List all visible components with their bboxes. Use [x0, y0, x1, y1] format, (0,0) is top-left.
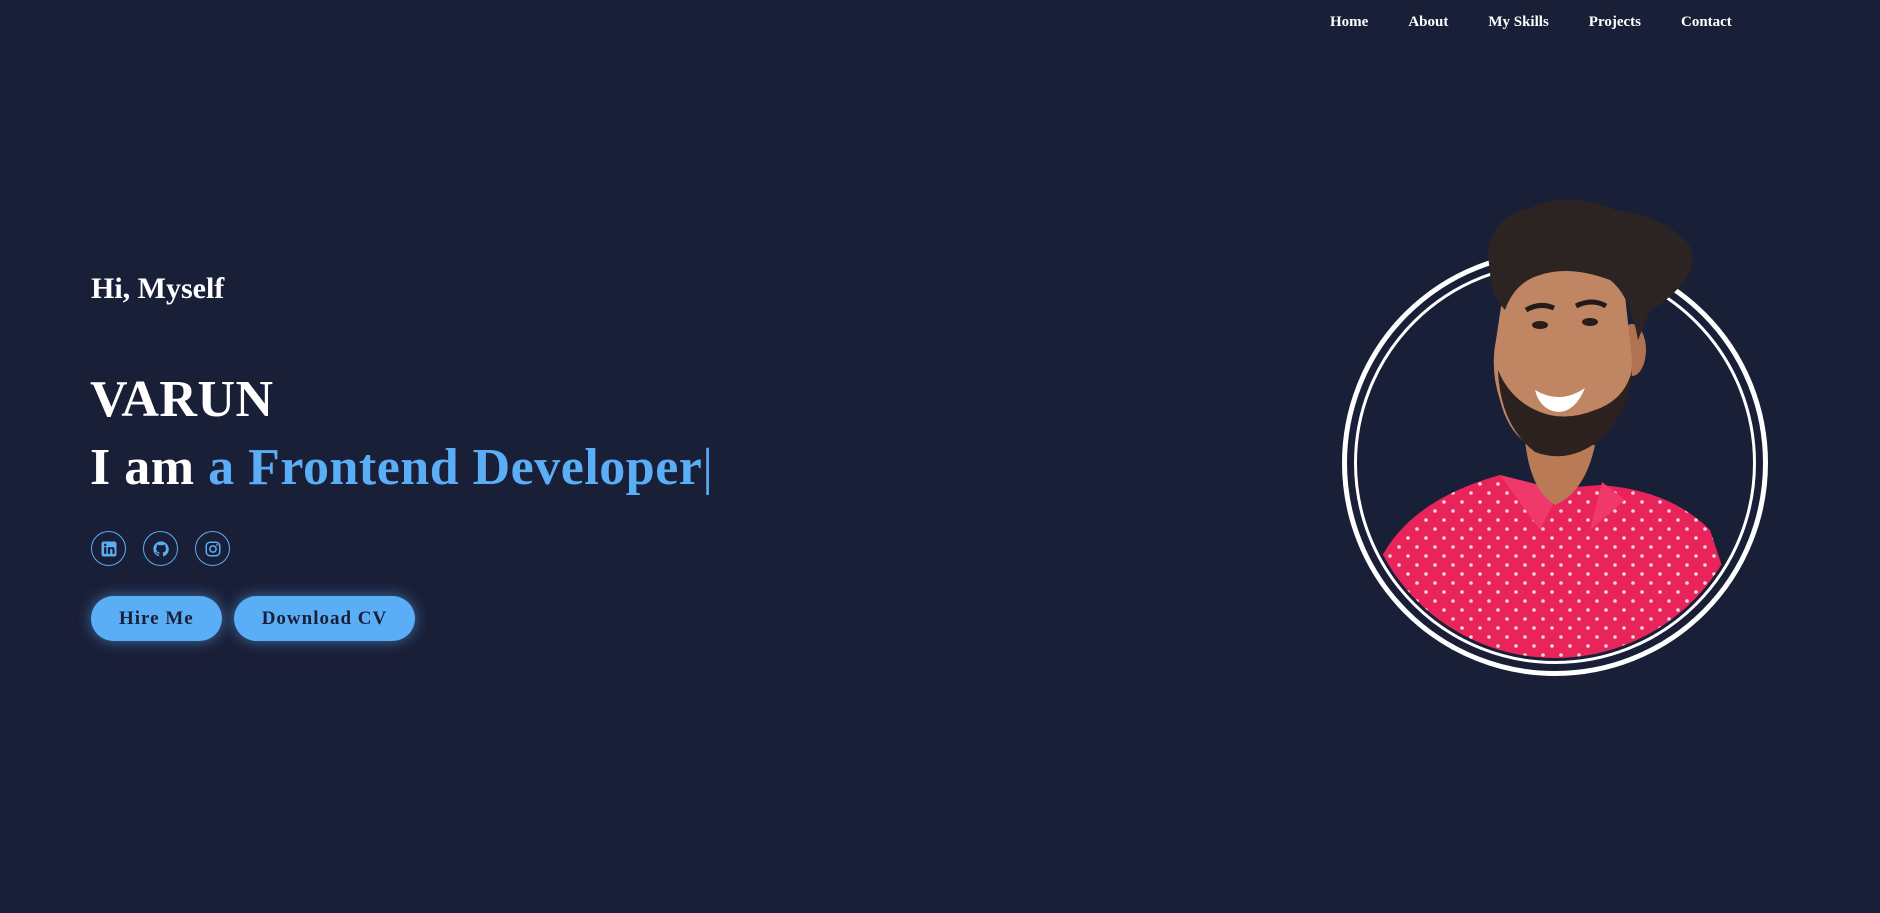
instagram-icon	[205, 541, 220, 556]
hero-buttons: Hire Me Download CV	[91, 596, 416, 641]
github-icon	[152, 540, 169, 556]
nav-link-about[interactable]: About	[1408, 12, 1448, 32]
social-links	[91, 531, 230, 566]
nav-link-my-skills[interactable]: My Skills	[1488, 12, 1548, 32]
nav-link-contact[interactable]: Contact	[1681, 12, 1732, 32]
instagram-link[interactable]	[195, 531, 230, 566]
page: Home About My Skills Projects Contact Hi…	[0, 0, 1880, 913]
linkedin-link[interactable]	[91, 531, 126, 566]
hero-greeting: Hi, Myself	[91, 272, 225, 305]
nav-link-projects[interactable]: Projects	[1589, 12, 1641, 32]
profile-photo	[1370, 200, 1750, 658]
hero-role: I am a Frontend Developer|	[90, 438, 713, 498]
profile-portrait	[1340, 200, 1770, 680]
role-typed-text: a Frontend Developer	[208, 439, 703, 496]
role-prefix: I am	[90, 439, 209, 496]
hero-name: VARUN	[90, 371, 274, 428]
github-link[interactable]	[143, 531, 178, 566]
top-nav: Home About My Skills Projects Contact	[1330, 12, 1772, 32]
hire-me-button[interactable]: Hire Me	[91, 596, 222, 641]
nav-link-home[interactable]: Home	[1330, 12, 1368, 32]
linkedin-icon	[101, 541, 116, 556]
download-cv-button[interactable]: Download CV	[233, 596, 416, 641]
typing-cursor: |	[702, 439, 714, 496]
